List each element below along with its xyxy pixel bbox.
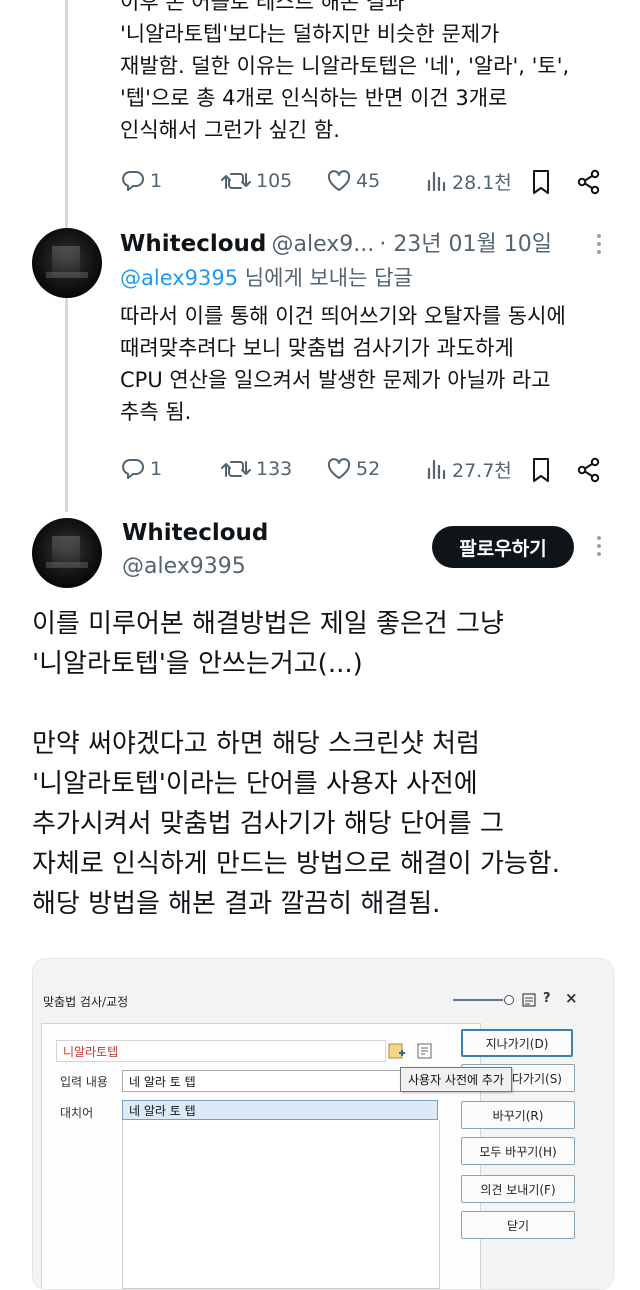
display-name[interactable]: Whitecloud	[120, 231, 266, 257]
bookmark-icon[interactable]	[530, 169, 552, 195]
tweet-text: 따라서 이를 통해 이건 띄어쓰기와 오탈자를 동시에 때려맞추려다 보니 맞춤…	[120, 300, 566, 428]
follow-button[interactable]: 팔로우하기	[432, 526, 574, 568]
heart-icon	[327, 458, 351, 479]
avatar[interactable]	[32, 518, 102, 588]
memo-icon[interactable]	[521, 992, 537, 1008]
views-count: 27.7천	[452, 459, 512, 482]
repost-icon	[221, 461, 251, 477]
heart-icon	[327, 170, 351, 191]
send-feedback-button[interactable]: 의견 보내기(F)	[461, 1175, 575, 1203]
reply-mention[interactable]: @alex9395	[120, 266, 238, 290]
dialog-body: 니알라토텝 입력 내용 네 알라 토 텝 대치어 네 알라 토 텝	[41, 1023, 481, 1289]
views-button[interactable]: 28.1천	[426, 166, 512, 196]
skip-button[interactable]: 지나가기(D)	[461, 1029, 573, 1057]
close-icon[interactable]: ×	[565, 989, 578, 1007]
like-button[interactable]: 52	[326, 454, 380, 484]
views-icon	[427, 171, 446, 192]
tweet-line: 만약 써야겠다고 하면 해당 스크린샷 처럼	[32, 729, 480, 759]
tweet-line	[32, 684, 560, 724]
bookmark-icon[interactable]	[530, 457, 552, 483]
tweet-line: 자체로 인식하게 만드는 방법으로 해결이 가능함.	[32, 849, 560, 879]
reply-icon	[122, 459, 144, 479]
tweet-line: '니알라토텝'보다는 덜하지만 비슷한 문제가	[120, 22, 500, 46]
thread-line	[65, 290, 68, 512]
reply-icon	[122, 171, 144, 191]
replace-label: 대치어	[60, 1106, 94, 1120]
tweet-line: 해당 방법을 해본 결과 깔끔히 해결됨.	[32, 889, 441, 919]
views-button[interactable]: 27.7천	[426, 454, 512, 484]
repost-button[interactable]: 133	[220, 454, 292, 484]
close-button[interactable]: 닫기	[461, 1211, 575, 1239]
replace-all-button[interactable]: 모두 바꾸기(H)	[461, 1137, 575, 1165]
views-icon	[427, 459, 446, 480]
more-icon[interactable]	[597, 234, 601, 254]
views-count: 28.1천	[452, 171, 512, 194]
user-handle[interactable]: @alex9395	[122, 554, 246, 579]
like-count: 52	[356, 458, 381, 480]
reply-context: @alex9395 님에게 보내는 답글	[120, 262, 413, 292]
tweet-line: '니알라토텝'이라는 단어를 사용자 사전에	[32, 769, 478, 799]
reply-button[interactable]: 1	[120, 166, 162, 196]
repost-count: 133	[256, 458, 293, 480]
thread-line	[65, 0, 68, 228]
tweet-line: CPU 연산을 일으켜서 발생한 문제가 아닐까 라고	[120, 368, 551, 392]
tweet-line: '텝'으로 총 4개로 인식하는 반면 이건 3개로	[120, 86, 508, 110]
help-icon[interactable]: ?	[543, 991, 551, 1006]
suggestion-list[interactable]	[122, 1120, 440, 1289]
repost-count: 105	[256, 170, 293, 192]
tweet-line: 따라서 이를 통해 이건 띄어쓰기와 오탈자를 동시에	[120, 304, 566, 328]
reply-count: 1	[150, 170, 163, 192]
reply-context-text: 님에게 보내는 답글	[238, 266, 413, 290]
edit-dictionary-icon[interactable]	[415, 1041, 435, 1061]
reply-button[interactable]: 1	[120, 454, 162, 484]
tweet-line: 이를 미루어본 해결방법은 제일 좋은건 그냥	[32, 609, 504, 639]
attached-image[interactable]: 맞춤법 검사/교정 ? × 니알라토텝 입력 내용 네 알라 토 텝 대치어 네…	[32, 958, 614, 1290]
error-word-field: 니알라토텝	[56, 1040, 386, 1062]
main-tweet-text: 이를 미루어본 해결방법은 제일 좋은건 그냥 '니알라토텝'을 안쓰는거고(.…	[32, 604, 560, 924]
like-button[interactable]: 45	[326, 166, 380, 196]
tweet-date[interactable]: · 23년 01월 10일	[379, 232, 552, 257]
add-to-dictionary-icon[interactable]	[387, 1041, 407, 1061]
input-value: 네 알라 토 텝	[129, 1074, 196, 1089]
display-name[interactable]: Whitecloud	[122, 520, 268, 546]
repost-icon	[221, 173, 251, 189]
tweet-line: '니알라토텝'을 안쓰는거고(...)	[32, 649, 363, 679]
tweet-text: 이후 본 어플로 테스트 해본 결과 '니알라토텝'보다는 덜하지만 비슷한 문…	[120, 0, 569, 146]
repost-button[interactable]: 105	[220, 166, 292, 196]
like-count: 45	[356, 170, 381, 192]
share-icon[interactable]	[576, 457, 602, 483]
tweet-actions: 1 133 52 27.7천	[120, 454, 610, 484]
tweet-line: 재발함. 덜한 이유는 니알라토텝은 '네', '알라', '토',	[120, 54, 570, 78]
reply-count: 1	[150, 458, 163, 480]
tweet-line: 추가시켜서 맞춤법 검사기가 해당 단어를 그	[32, 809, 504, 839]
input-field[interactable]: 네 알라 토 텝	[122, 1070, 442, 1092]
dialog-title: 맞춤법 검사/교정	[43, 995, 129, 1009]
avatar[interactable]	[32, 228, 102, 298]
replace-value: 네 알라 토 텝	[129, 1103, 196, 1118]
error-word: 니알라토텝	[63, 1044, 119, 1059]
replace-field[interactable]: 네 알라 토 텝	[122, 1100, 438, 1120]
tooltip: 사용자 사전에 추가	[400, 1067, 512, 1092]
share-icon[interactable]	[576, 169, 602, 195]
tweet-header: Whitecloud @alex9... · 23년 01월 10일	[120, 226, 552, 258]
tweet-actions: 1 105 45 28.1천	[120, 166, 610, 196]
tweet-line: 때려맞추려다 보니 맞춤법 검사기가 과도하게	[120, 336, 514, 360]
tweet-line: 이후 본 어플로 테스트 해본 결과	[120, 0, 405, 14]
tweet-line: 인식해서 그런가 싶긴 함.	[120, 118, 340, 142]
more-icon[interactable]	[597, 536, 601, 556]
input-label: 입력 내용	[60, 1075, 108, 1089]
user-handle[interactable]: @alex9...	[271, 232, 374, 257]
replace-button[interactable]: 바꾸기(R)	[461, 1101, 575, 1129]
tweet-line: 추측 됨.	[120, 400, 192, 424]
slider-icon[interactable]	[453, 993, 517, 1007]
